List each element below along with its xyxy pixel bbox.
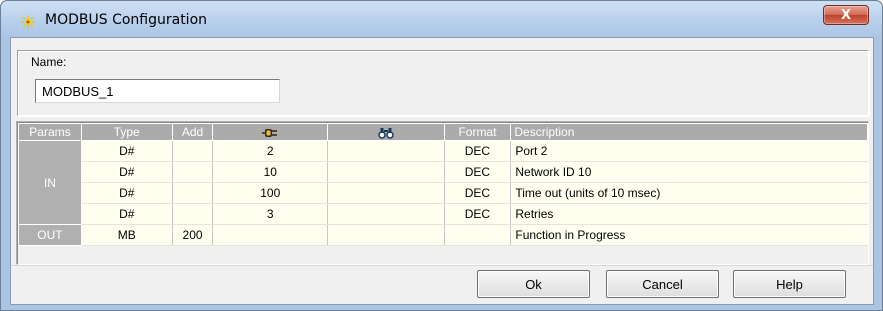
cell-description[interactable]: Function in Progress xyxy=(510,224,868,246)
cancel-button[interactable]: Cancel xyxy=(606,270,719,298)
cell-add[interactable] xyxy=(172,140,214,162)
col-header-value[interactable] xyxy=(212,123,329,141)
binoculars-icon xyxy=(378,127,394,139)
table-row[interactable]: IN D# 2 DEC Port 2 xyxy=(18,140,868,225)
cell-description[interactable]: Network ID 10 xyxy=(510,161,868,183)
cell-type[interactable]: D# xyxy=(81,203,173,225)
cell-type[interactable]: D# xyxy=(81,140,173,162)
params-table: Params Type Add Format Description IN D#… xyxy=(18,123,868,246)
col-header-description[interactable]: Description xyxy=(510,123,868,141)
cell-value[interactable]: 2 xyxy=(212,140,329,162)
table-row[interactable]: D# 10 DEC Network ID 10 xyxy=(19,161,868,183)
title-bar[interactable]: MODBUS Configuration X xyxy=(1,1,882,37)
cell-watch[interactable] xyxy=(327,182,445,204)
app-icon xyxy=(21,15,35,29)
cell-watch[interactable] xyxy=(327,140,445,162)
cell-format[interactable]: DEC xyxy=(444,161,512,183)
cell-add[interactable] xyxy=(172,203,214,225)
ok-button[interactable]: Ok xyxy=(477,270,590,298)
col-header-add[interactable]: Add xyxy=(171,123,214,141)
col-header-format[interactable]: Format xyxy=(443,123,512,141)
params-grid[interactable]: Params Type Add Format Description IN D#… xyxy=(17,122,869,265)
cell-type[interactable]: MB xyxy=(81,224,173,246)
help-button[interactable]: Help xyxy=(733,270,846,298)
table-row[interactable]: D# 100 DEC Time out (units of 10 msec) xyxy=(19,182,868,204)
cell-description[interactable]: Port 2 xyxy=(510,140,868,162)
cell-description[interactable]: Time out (units of 10 msec) xyxy=(510,182,868,204)
plug-icon xyxy=(262,128,278,137)
cell-add[interactable] xyxy=(172,161,214,183)
name-input[interactable] xyxy=(35,79,280,103)
cell-format[interactable] xyxy=(444,224,512,246)
window-title: MODBUS Configuration xyxy=(45,12,208,28)
header-row: Params Type Add Format Description xyxy=(18,123,868,141)
cell-value[interactable] xyxy=(212,224,329,246)
cell-description[interactable]: Retries xyxy=(510,203,868,225)
col-header-type[interactable]: Type xyxy=(80,123,173,141)
col-header-watch[interactable] xyxy=(327,123,445,141)
cell-value[interactable]: 10 xyxy=(212,161,329,183)
cell-format[interactable]: DEC xyxy=(444,140,512,162)
cell-type[interactable]: D# xyxy=(81,182,173,204)
cell-type[interactable]: D# xyxy=(81,161,173,183)
modbus-config-window: MODBUS Configuration X Name: Params Type… xyxy=(0,0,883,311)
dialog-body: Name: Params Type Add xyxy=(10,37,874,305)
in-params-label: IN xyxy=(18,140,82,225)
table-row[interactable]: D# 3 DEC Retries xyxy=(19,203,868,225)
cell-format[interactable]: DEC xyxy=(444,203,512,225)
col-header-params[interactable]: Params xyxy=(18,123,82,141)
cell-watch[interactable] xyxy=(327,161,445,183)
cell-value[interactable]: 100 xyxy=(212,182,329,204)
name-label: Name: xyxy=(29,55,69,69)
cell-add[interactable] xyxy=(172,182,214,204)
cell-watch[interactable] xyxy=(327,203,445,225)
close-icon: X xyxy=(840,7,852,23)
cell-add[interactable]: 200 xyxy=(172,224,214,246)
close-button[interactable]: X xyxy=(823,5,869,25)
out-params-label: OUT xyxy=(18,224,82,246)
cell-watch[interactable] xyxy=(327,224,445,246)
name-groupbox: Name: xyxy=(17,50,869,116)
cell-format[interactable]: DEC xyxy=(444,182,512,204)
table-row[interactable]: OUT MB 200 Function in Progress xyxy=(18,224,868,246)
cell-value[interactable]: 3 xyxy=(212,203,329,225)
button-separator xyxy=(11,265,873,266)
